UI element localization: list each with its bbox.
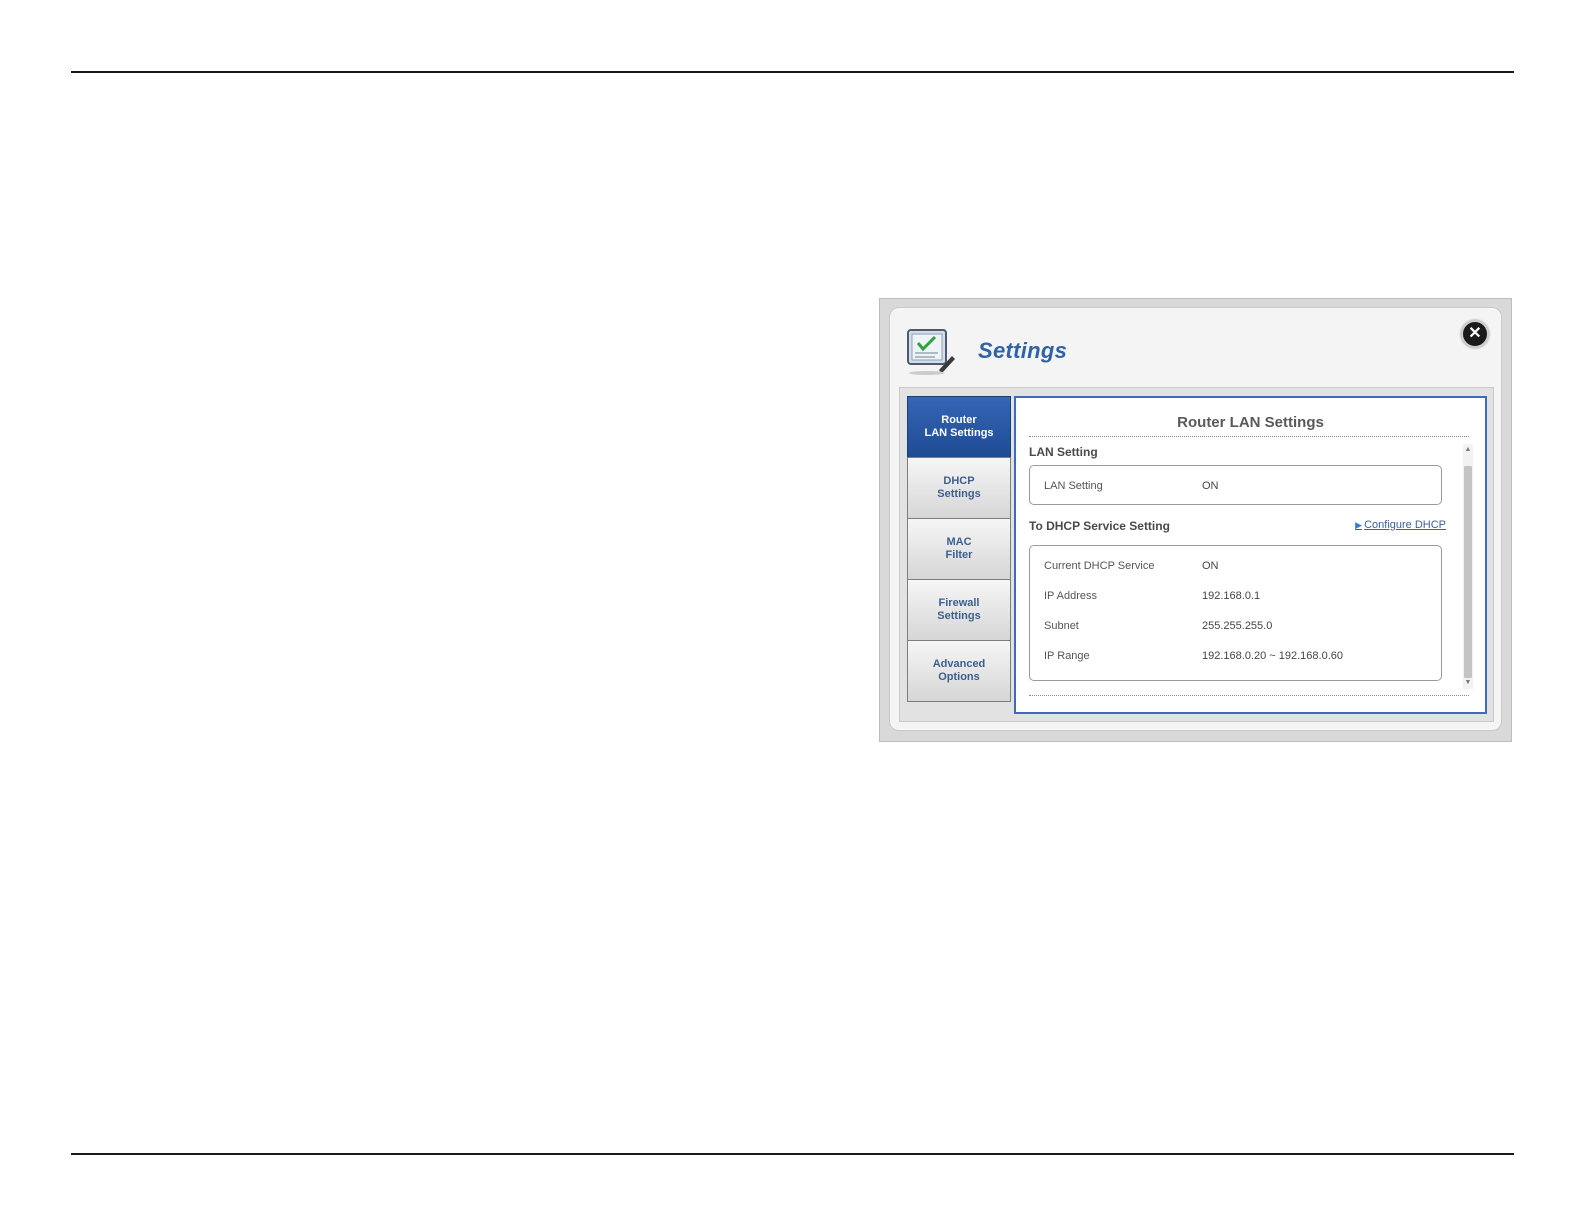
settings-dialog: Settings ✕ Router LAN Settings DHCP Sett… <box>879 298 1512 742</box>
dialog-title: Settings <box>978 338 1068 363</box>
lan-section-label: LAN Setting <box>1029 445 1098 459</box>
content-scrollbar[interactable]: ▲ ▼ <box>1463 444 1473 689</box>
kv-value: 255.255.255.0 <box>1202 620 1273 632</box>
nav-item-mac-filter[interactable]: MAC Filter <box>907 518 1011 580</box>
scroll-down-arrow-icon[interactable]: ▼ <box>1463 677 1473 689</box>
dhcp-section-label: To DHCP Service Setting <box>1029 519 1170 533</box>
kv-key: IP Range <box>1044 650 1090 662</box>
title-divider <box>1029 436 1469 437</box>
settings-body: Router LAN Settings DHCP Settings MAC Fi… <box>899 387 1494 722</box>
top-rule <box>71 71 1514 73</box>
content-title: Router LAN Settings <box>1177 414 1324 431</box>
scroll-thumb[interactable] <box>1464 466 1472 678</box>
bottom-divider <box>1029 695 1469 696</box>
kv-value: 192.168.0.1 <box>1202 590 1261 602</box>
content-panel: Router LAN Settings LAN Setting LAN Sett… <box>1014 396 1487 714</box>
lan-setting-panel: LAN Setting ON <box>1029 465 1442 505</box>
dhcp-service-panel: Current DHCP Service ON IP Address 192.1… <box>1029 545 1442 681</box>
nav-item-label: Firewall Settings <box>937 597 981 622</box>
bottom-rule <box>71 1153 1514 1155</box>
kv-key: IP Address <box>1044 590 1097 602</box>
configure-dhcp-label: Configure DHCP <box>1364 519 1446 531</box>
dialog-surface: Settings ✕ Router LAN Settings DHCP Sett… <box>889 307 1502 731</box>
configure-dhcp-link[interactable]: ▶ Configure DHCP <box>1355 519 1446 531</box>
nav-item-dhcp-settings[interactable]: DHCP Settings <box>907 457 1011 519</box>
kv-key: LAN Setting <box>1044 480 1103 492</box>
arrow-right-icon: ▶ <box>1355 520 1363 530</box>
nav-item-label: Advanced Options <box>932 658 986 683</box>
kv-value: ON <box>1202 560 1219 572</box>
settings-checklist-icon <box>905 326 955 376</box>
nav-item-router-lan-settings[interactable]: Router LAN Settings <box>907 396 1011 458</box>
kv-key: Current DHCP Service <box>1044 560 1155 572</box>
nav-item-advanced-options[interactable]: Advanced Options <box>907 640 1011 702</box>
nav-item-label: DHCP Settings <box>937 475 981 500</box>
settings-nav: Router LAN Settings DHCP Settings MAC Fi… <box>907 396 1011 702</box>
nav-item-label: Router LAN Settings <box>924 414 994 439</box>
nav-item-firewall-settings[interactable]: Firewall Settings <box>907 579 1011 641</box>
nav-item-label: MAC Filter <box>945 536 973 561</box>
kv-key: Subnet <box>1044 620 1079 632</box>
close-button[interactable]: ✕ <box>1461 320 1489 348</box>
scroll-up-arrow-icon[interactable]: ▲ <box>1463 444 1473 456</box>
close-icon: ✕ <box>1468 325 1482 342</box>
kv-value: ON <box>1202 480 1219 492</box>
kv-value: 192.168.0.20 ~ 192.168.0.60 <box>1202 650 1343 662</box>
